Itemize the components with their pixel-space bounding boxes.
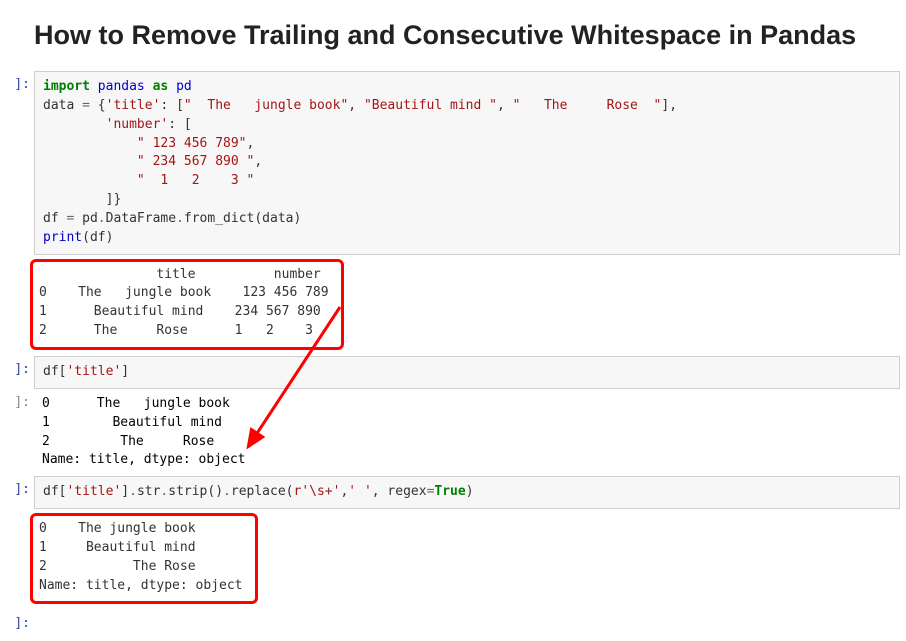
output-prompt: ]: (0, 389, 34, 410)
code-output-2: 0 The jungle book 1 Beautiful mind 2 The… (34, 389, 900, 476)
output-highlight-2: 0 The jungle book 1 Beautiful mind 2 The… (30, 513, 258, 604)
code-cell-2: ]: df['title'] (0, 356, 906, 389)
input-prompt: ]: (0, 356, 34, 377)
input-prompt: ]: (0, 71, 34, 92)
page-title: How to Remove Trailing and Consecutive W… (34, 20, 906, 51)
input-prompt: ]: (0, 610, 34, 631)
code-input-2[interactable]: df['title'] (34, 356, 900, 389)
output-highlight-1: title number 0 The jungle book 123 456 7… (30, 259, 344, 350)
notebook-page: How to Remove Trailing and Consecutive W… (0, 0, 906, 641)
code-cell-4: ]: (0, 610, 906, 631)
input-prompt: ]: (0, 476, 34, 497)
code-input-1[interactable]: import pandas as pd data = {'title': [" … (34, 71, 900, 255)
code-cell-1: ]: import pandas as pd data = {'title': … (0, 71, 906, 255)
code-cell-3: ]: df['title'].str.strip().replace(r'\s+… (0, 476, 906, 509)
code-input-3[interactable]: df['title'].str.strip().replace(r'\s+','… (34, 476, 900, 509)
output-cell-2: ]: 0 The jungle book 1 Beautiful mind 2 … (0, 389, 906, 476)
